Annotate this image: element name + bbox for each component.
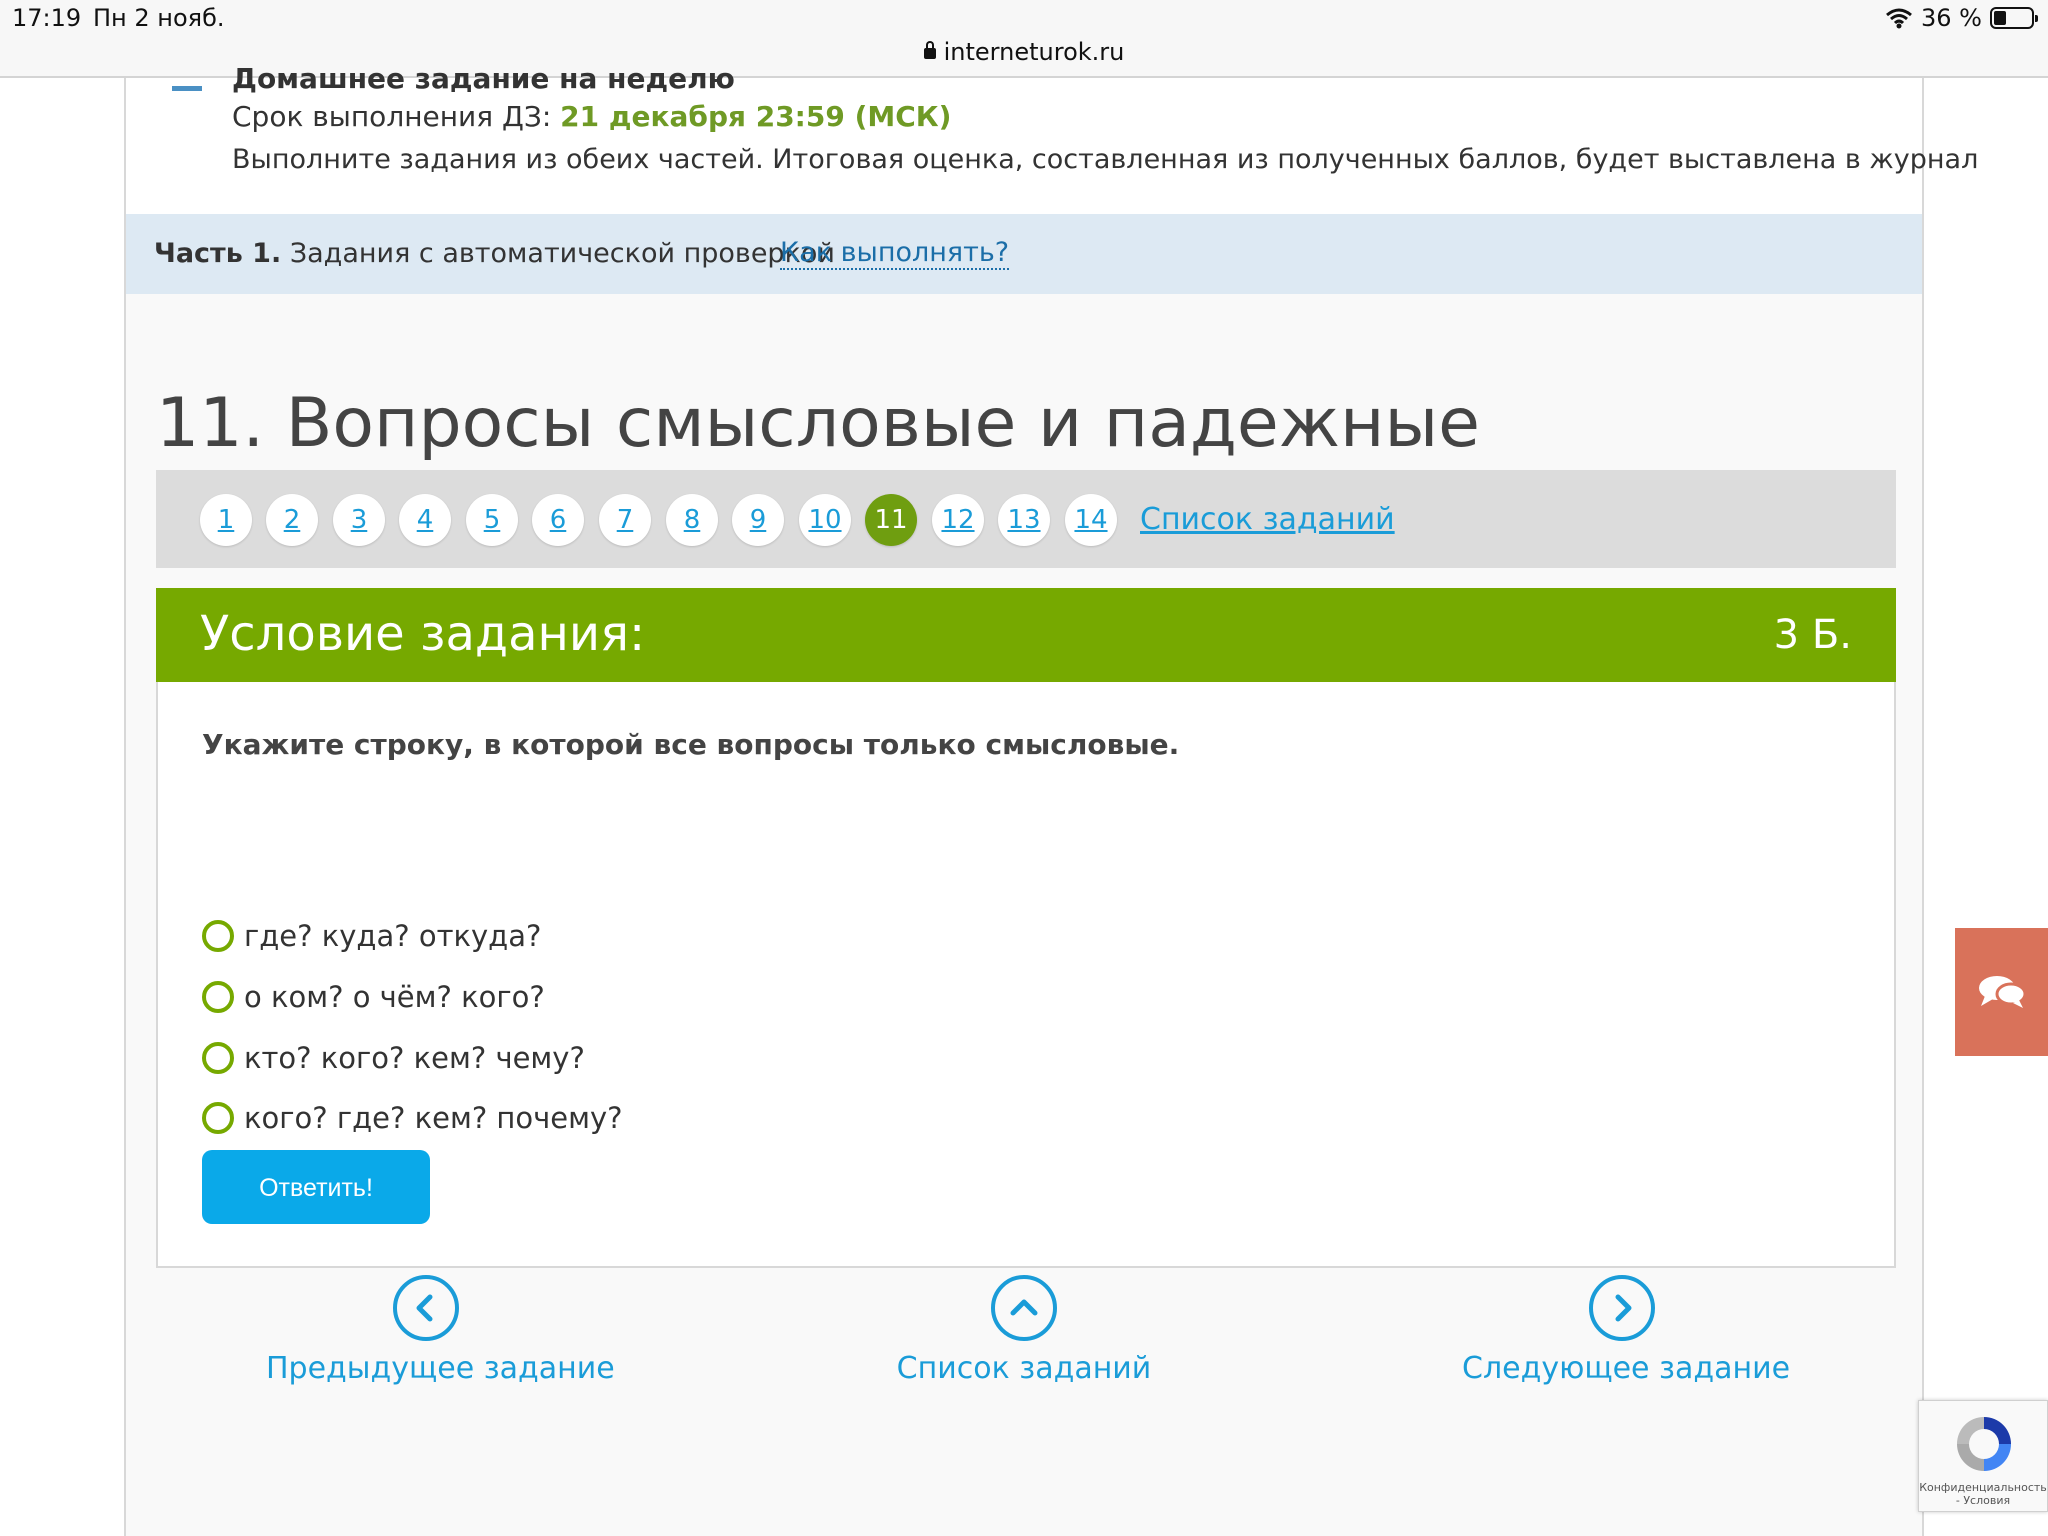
answer-button[interactable]: Ответить! [202, 1150, 430, 1224]
battery-percent: 36 % [1921, 4, 1982, 32]
option-text: кого? где? кем? почему? [244, 1101, 623, 1135]
status-indicators: 36 % [1885, 4, 2038, 32]
battery-icon [1990, 7, 2038, 29]
task-pager: 1 2 3 4 5 6 7 8 9 10 11 12 13 14 Список … [156, 470, 1896, 568]
pager-item-4[interactable]: 4 [399, 494, 451, 546]
pager-item-8[interactable]: 8 [666, 494, 718, 546]
next-task-label[interactable]: Следующее задание [1462, 1351, 1790, 1386]
condition-score: 3 Б. [1773, 612, 1852, 658]
part-number: Часть 1. [154, 238, 282, 269]
deadline-label: Срок выполнения ДЗ: [232, 100, 552, 133]
homework-icon [172, 72, 202, 91]
condition-body: Укажите строку, в которой все вопросы то… [156, 682, 1896, 1268]
answer-option-4[interactable]: кого? где? кем? почему? [202, 1098, 623, 1138]
option-text: о ком? о чём? кого? [244, 980, 545, 1014]
lock-icon [923, 41, 936, 59]
how-to-link[interactable]: Как выполнять? [780, 238, 1010, 270]
task-list-button[interactable]: Список заданий [864, 1275, 1184, 1386]
pager-item-5[interactable]: 5 [466, 494, 518, 546]
task-list-label[interactable]: Список заданий [864, 1351, 1184, 1386]
homework-block: Домашнее задание на неделю Срок выполнен… [126, 62, 1978, 216]
pager-item-13[interactable]: 13 [998, 494, 1050, 546]
task-list-link[interactable]: Список заданий [1140, 502, 1395, 537]
status-time: 17:19 [12, 4, 82, 32]
pager-item-2[interactable]: 2 [266, 494, 318, 546]
radio-button[interactable] [202, 1042, 234, 1074]
recaptcha-text: Конфиденциальность - Условия [1919, 1481, 2047, 1507]
radio-button[interactable] [202, 981, 234, 1013]
chat-icon [1978, 976, 2026, 1008]
homework-description: Выполните задания из обеих частей. Итого… [232, 144, 1979, 175]
chevron-right-icon[interactable] [1589, 1275, 1655, 1341]
pager-item-10[interactable]: 10 [799, 494, 851, 546]
homework-deadline: Срок выполнения ДЗ: 21 декабря 23:59 (МС… [232, 100, 951, 133]
condition-title: Условие задания: [200, 606, 646, 662]
option-text: кто? кого? кем? чему? [244, 1041, 585, 1075]
status-date: Пн 2 нояб. [93, 4, 225, 32]
pager-item-9[interactable]: 9 [732, 494, 784, 546]
answer-option-3[interactable]: кто? кого? кем? чему? [202, 1038, 585, 1078]
url-text: interneturok.ru [943, 38, 1125, 66]
pager-item-14[interactable]: 14 [1065, 494, 1117, 546]
page-title: 11. Вопросы смысловые и падежные [156, 383, 1481, 463]
wifi-icon [1886, 8, 1912, 29]
recaptcha-badge[interactable]: Конфиденциальность - Условия [1918, 1400, 2048, 1512]
pager-item-7[interactable]: 7 [599, 494, 651, 546]
part-description: Задания с автоматической проверкой [289, 238, 835, 269]
radio-button[interactable] [202, 920, 234, 952]
deadline-value: 21 декабря 23:59 (МСК) [560, 100, 952, 133]
chevron-up-icon[interactable] [991, 1275, 1057, 1341]
homework-title: Домашнее задание на неделю [232, 62, 735, 95]
pager-item-12[interactable]: 12 [932, 494, 984, 546]
prev-task-button[interactable]: Предыдущее задание [266, 1275, 615, 1386]
chevron-left-icon[interactable] [393, 1275, 459, 1341]
condition-header: Условие задания: 3 Б. [156, 588, 1896, 682]
pager-item-1[interactable]: 1 [200, 494, 252, 546]
prev-task-label[interactable]: Предыдущее задание [266, 1351, 615, 1386]
chat-widget-button[interactable] [1955, 928, 2048, 1056]
pager-item-11-active[interactable]: 11 [865, 494, 917, 546]
option-text: где? куда? откуда? [244, 919, 542, 953]
answer-option-1[interactable]: где? куда? откуда? [202, 916, 541, 956]
recaptcha-icon [1957, 1417, 2011, 1471]
part-bar: Часть 1. Задания с автоматической провер… [126, 214, 1922, 294]
radio-button[interactable] [202, 1102, 234, 1134]
part-label: Часть 1. Задания с автоматической провер… [154, 238, 835, 269]
question-text: Укажите строку, в которой все вопросы то… [202, 728, 1180, 761]
answer-option-2[interactable]: о ком? о чём? кого? [202, 977, 545, 1017]
pager-item-3[interactable]: 3 [333, 494, 385, 546]
next-task-button[interactable]: Следующее задание [1462, 1275, 1790, 1386]
pager-item-6[interactable]: 6 [532, 494, 584, 546]
